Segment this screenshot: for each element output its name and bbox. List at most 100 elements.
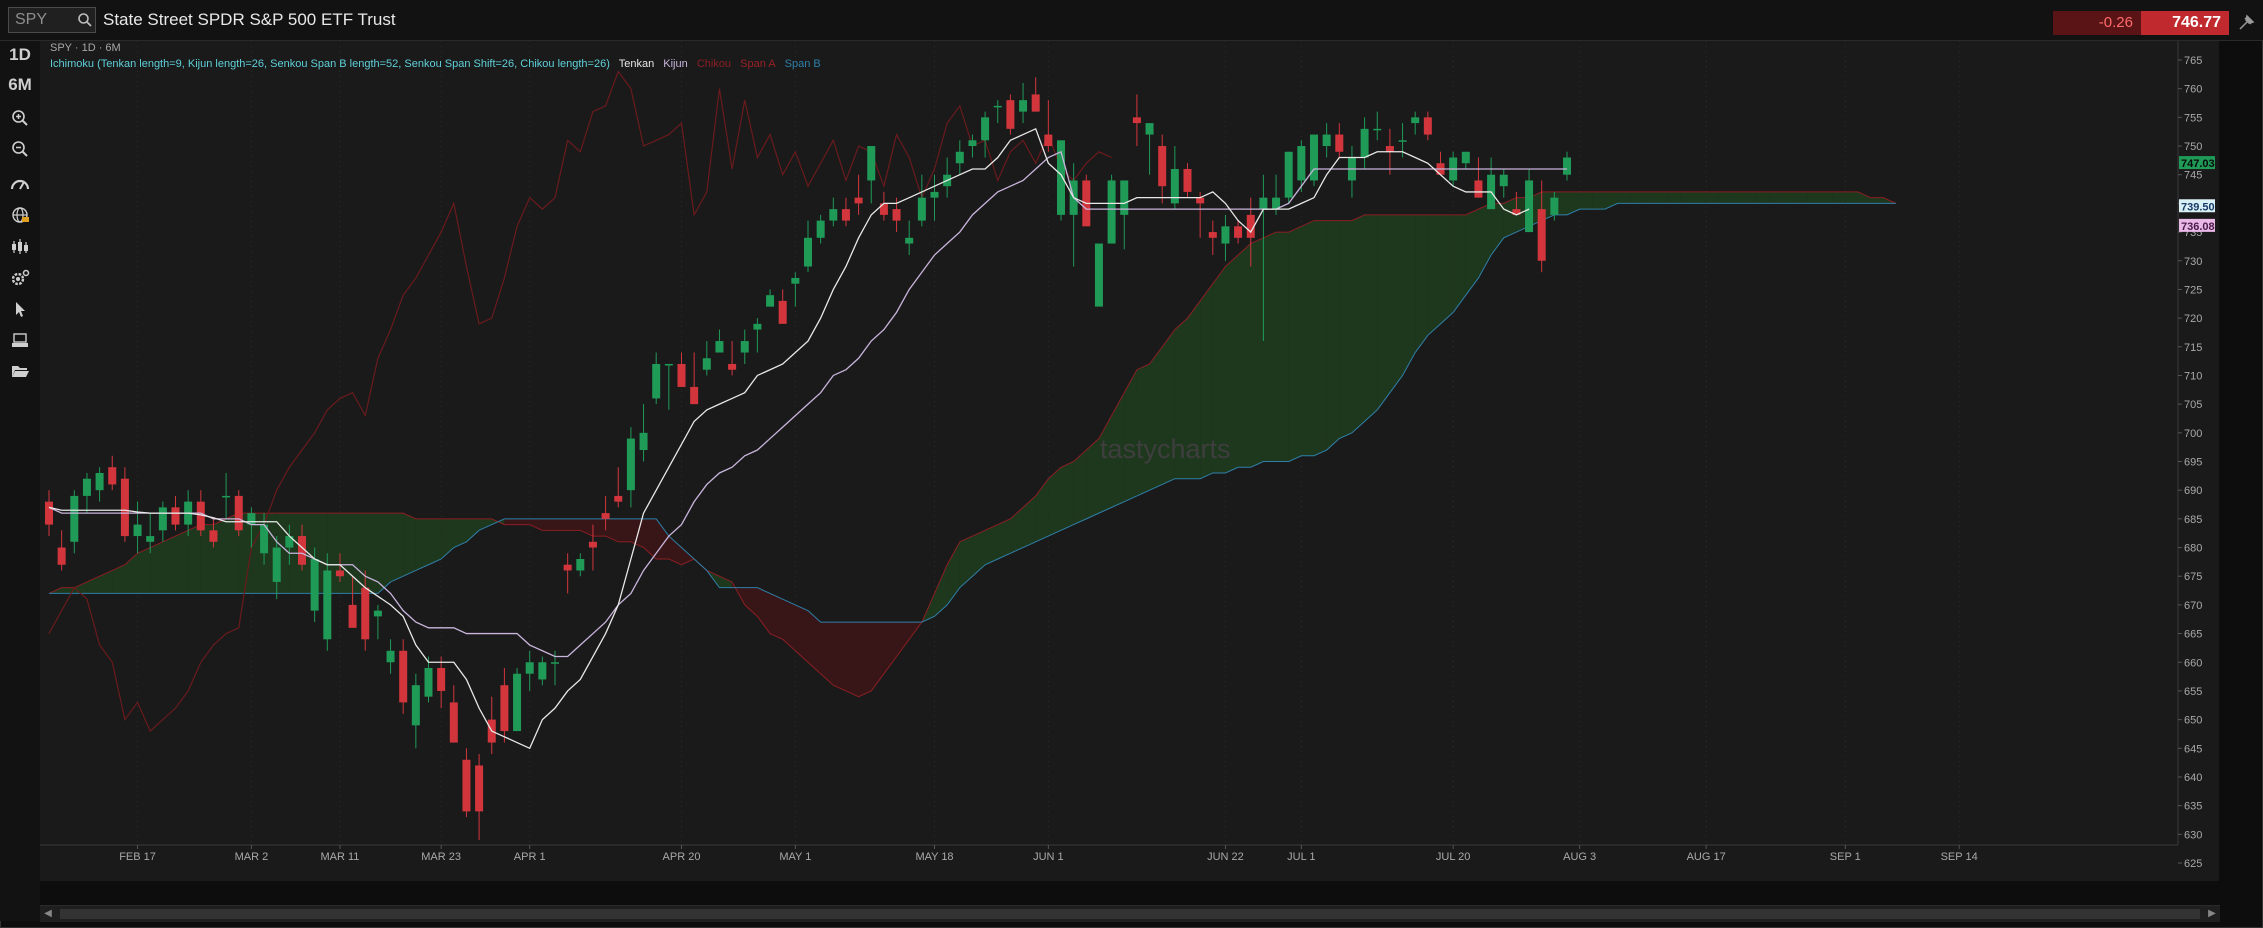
search-icon[interactable] xyxy=(77,12,93,28)
symbol-input[interactable] xyxy=(15,10,75,30)
y-tick-label: 660 xyxy=(2184,657,2202,669)
cursor-icon[interactable] xyxy=(6,300,34,318)
cloud-segment xyxy=(390,513,404,582)
candle-body xyxy=(1499,174,1508,187)
scroll-right-arrow-icon[interactable]: ▶ xyxy=(2204,906,2220,922)
x-tick-label: MAY 1 xyxy=(779,851,811,863)
cloud-segment xyxy=(1642,191,1656,204)
cloud-segment xyxy=(150,541,163,594)
y-tick-label: 655 xyxy=(2184,686,2202,698)
cloud-segment xyxy=(1820,191,1833,204)
interval-selector[interactable]: 1D xyxy=(6,45,34,65)
candle-body xyxy=(70,495,79,542)
cloud-segment xyxy=(1706,191,1719,204)
cloud-segment xyxy=(1769,191,1783,204)
legend-kijun: Kijun xyxy=(663,58,688,70)
folder-open-icon[interactable] xyxy=(6,362,34,380)
zoom-out-icon[interactable] xyxy=(6,140,34,158)
candle-body xyxy=(1525,180,1534,233)
candle-body xyxy=(462,759,471,812)
y-tick-label: 705 xyxy=(2184,399,2202,411)
candle-body xyxy=(1537,209,1546,261)
candle-body xyxy=(1208,232,1217,238)
cloud-segment xyxy=(618,518,631,542)
cloud-segment xyxy=(592,518,606,537)
candle-body xyxy=(1474,180,1483,198)
candle-body xyxy=(45,501,53,525)
cloud-segment xyxy=(1238,243,1251,468)
x-tick-label: AUG 3 xyxy=(1563,851,1596,863)
cloud-segment xyxy=(1718,191,1732,204)
candle-body xyxy=(538,662,547,680)
price-axis-badge-label: 747.03 xyxy=(2181,158,2215,170)
cloud-segment xyxy=(1845,191,1858,204)
candle-body xyxy=(563,564,572,571)
candle-body xyxy=(1550,197,1559,215)
cloud-segment xyxy=(858,622,872,697)
cloud-segment xyxy=(1440,214,1454,324)
y-tick-label: 645 xyxy=(2184,743,2202,755)
cloud-segment xyxy=(1870,197,1884,204)
scroll-left-arrow-icon[interactable]: ◀ xyxy=(40,906,56,922)
price-axis-badge-label: 736.08 xyxy=(2181,221,2215,233)
cloud-segment xyxy=(1579,191,1593,210)
pin-icon[interactable] xyxy=(2236,13,2256,33)
y-tick-label: 670 xyxy=(2184,600,2202,612)
zoom-in-icon[interactable] xyxy=(6,109,34,127)
cloud-segment xyxy=(1415,214,1428,353)
horizontal-scrollbar[interactable]: ◀ ▶ xyxy=(40,905,2220,922)
candle-body xyxy=(993,105,1002,108)
candle-body xyxy=(1398,140,1407,142)
candle-body xyxy=(399,650,408,703)
y-tick-label: 680 xyxy=(2184,543,2202,555)
cloud-segment xyxy=(1136,363,1150,496)
globe-icon[interactable] xyxy=(6,206,34,224)
candlestick-type-icon[interactable] xyxy=(6,238,34,256)
candle-body xyxy=(361,587,370,640)
candle-body xyxy=(348,604,357,628)
cloud-segment xyxy=(1503,197,1517,238)
candle-body xyxy=(1094,243,1103,307)
scrollbar-thumb[interactable] xyxy=(60,909,2200,919)
settings-icon[interactable] xyxy=(6,269,34,287)
candle-body xyxy=(1335,134,1344,152)
y-tick-label: 700 xyxy=(2184,428,2202,440)
cloud-segment xyxy=(997,518,1011,560)
candle-body xyxy=(272,547,281,582)
speedometer-icon[interactable] xyxy=(6,175,34,193)
y-tick-label: 750 xyxy=(2184,141,2202,153)
candle-body xyxy=(513,673,522,732)
x-tick-label: JUN 1 xyxy=(1033,851,1064,863)
instrument-name: State Street SPDR S&P 500 ETF Trust xyxy=(103,10,396,29)
candle-body xyxy=(411,685,420,726)
y-tick-label: 665 xyxy=(2184,629,2202,641)
y-tick-label: 725 xyxy=(2184,284,2202,296)
cloud-segment xyxy=(1389,214,1403,393)
candle-body xyxy=(525,662,534,674)
drawing-tool-icon[interactable] xyxy=(6,331,34,349)
study-legend: Ichimoku (Tenkan length=9, Kijun length=… xyxy=(50,58,827,70)
x-tick-label: APR 1 xyxy=(514,851,546,863)
candle-body xyxy=(955,151,964,164)
candle-body xyxy=(1423,117,1432,135)
cloud-segment xyxy=(542,518,555,531)
candle-body xyxy=(1373,128,1382,131)
cloud-segment xyxy=(1314,220,1327,456)
cloud-segment xyxy=(339,513,353,594)
candle-body xyxy=(424,667,433,697)
y-tick-label: 640 xyxy=(2184,772,2202,784)
candle-body xyxy=(702,358,711,370)
cloud-segment xyxy=(1061,461,1074,531)
range-selector[interactable]: 6M xyxy=(6,75,34,95)
cloud-segment xyxy=(137,547,151,594)
candle-body xyxy=(588,541,597,548)
x-tick-label: AUG 17 xyxy=(1687,851,1726,863)
cloud-segment xyxy=(833,622,846,691)
symbol-search-box[interactable] xyxy=(8,7,96,33)
candle-body xyxy=(475,765,484,812)
candle-body xyxy=(1297,146,1306,181)
cloud-segment xyxy=(162,536,176,594)
y-tick-label: 630 xyxy=(2184,829,2202,841)
candle-body xyxy=(867,146,876,181)
candle-body xyxy=(652,363,661,399)
